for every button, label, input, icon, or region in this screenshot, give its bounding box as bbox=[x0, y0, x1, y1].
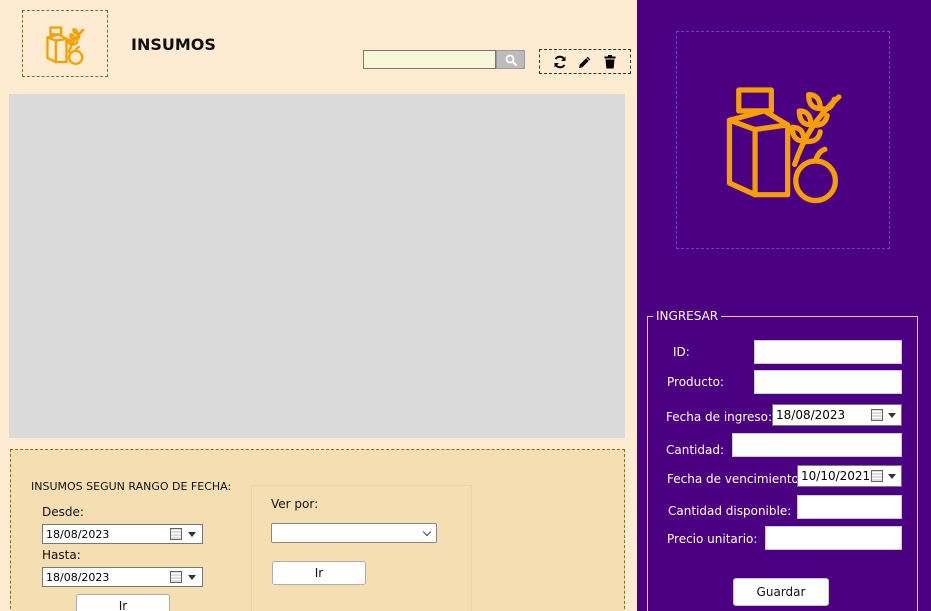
producto-field[interactable] bbox=[754, 370, 902, 394]
refresh-button[interactable] bbox=[551, 53, 569, 71]
pencil-icon bbox=[579, 56, 591, 68]
grocery-icon bbox=[46, 25, 85, 65]
search-button[interactable] bbox=[496, 50, 525, 69]
app-logo bbox=[22, 10, 108, 77]
ver-por-select[interactable] bbox=[271, 523, 437, 543]
toolbar bbox=[539, 49, 631, 74]
page-title: INSUMOS bbox=[131, 35, 216, 54]
fecha-ingreso-value: 18/08/2023 bbox=[776, 408, 846, 422]
refresh-icon bbox=[554, 55, 566, 68]
hasta-date-picker[interactable]: 18/08/2023 bbox=[42, 567, 203, 587]
precio-unitario-field[interactable] bbox=[765, 526, 902, 550]
ingresar-title: INGRESAR bbox=[653, 309, 722, 323]
date-range-go-button[interactable]: Ir bbox=[76, 594, 170, 611]
dropdown-arrow-icon bbox=[188, 575, 196, 580]
calendar-icon bbox=[170, 528, 182, 540]
data-table[interactable] bbox=[9, 94, 625, 438]
dropdown-arrow-icon bbox=[188, 532, 196, 537]
dropdown-arrow-icon bbox=[888, 413, 896, 418]
cantidad-disponible-field[interactable] bbox=[797, 495, 902, 519]
cantidad-field[interactable] bbox=[732, 433, 902, 457]
ver-por-label: Ver por: bbox=[271, 497, 319, 511]
calendar-icon bbox=[170, 571, 182, 583]
id-field[interactable] bbox=[754, 340, 902, 364]
date-filter-panel: INSUMOS SEGUN RANGO DE FECHA: Desde: 18/… bbox=[10, 449, 625, 611]
product-image bbox=[676, 31, 890, 249]
desde-label: Desde: bbox=[42, 505, 84, 519]
delete-button[interactable] bbox=[601, 53, 619, 71]
fecha-vencimiento-date-picker[interactable]: 10/10/2021 bbox=[797, 465, 902, 487]
chevron-down-icon bbox=[422, 527, 432, 537]
hasta-date-value: 18/08/2023 bbox=[46, 570, 110, 584]
calendar-icon bbox=[871, 409, 883, 421]
filter-title: INSUMOS SEGUN RANGO DE FECHA: bbox=[31, 480, 232, 493]
hasta-label: Hasta: bbox=[42, 548, 81, 562]
id-label: ID: bbox=[673, 345, 690, 359]
cantidad-disponible-label: Cantidad disponible: bbox=[668, 504, 792, 518]
desde-date-value: 18/08/2023 bbox=[46, 527, 110, 541]
fecha-vencimiento-value: 10/10/2021 bbox=[801, 469, 871, 483]
producto-label: Producto: bbox=[667, 375, 724, 389]
search-icon bbox=[505, 54, 517, 66]
grocery-icon bbox=[726, 87, 842, 204]
ver-por-go-button[interactable]: Ir bbox=[272, 561, 366, 585]
desde-date-picker[interactable]: 18/08/2023 bbox=[42, 524, 203, 544]
precio-unitario-label: Precio unitario: bbox=[667, 532, 758, 546]
dropdown-arrow-icon bbox=[888, 474, 896, 479]
fecha-ingreso-label: Fecha de ingreso: bbox=[666, 410, 773, 424]
trash-icon bbox=[604, 54, 616, 68]
search-input[interactable] bbox=[363, 50, 496, 69]
fecha-ingreso-date-picker[interactable]: 18/08/2023 bbox=[772, 404, 902, 426]
fecha-vencimiento-label: Fecha de vencimiento: bbox=[667, 472, 803, 486]
edit-button[interactable] bbox=[576, 53, 594, 71]
save-button[interactable]: Guardar bbox=[733, 578, 829, 606]
cantidad-label: Cantidad: bbox=[666, 443, 725, 457]
calendar-icon bbox=[871, 470, 883, 482]
